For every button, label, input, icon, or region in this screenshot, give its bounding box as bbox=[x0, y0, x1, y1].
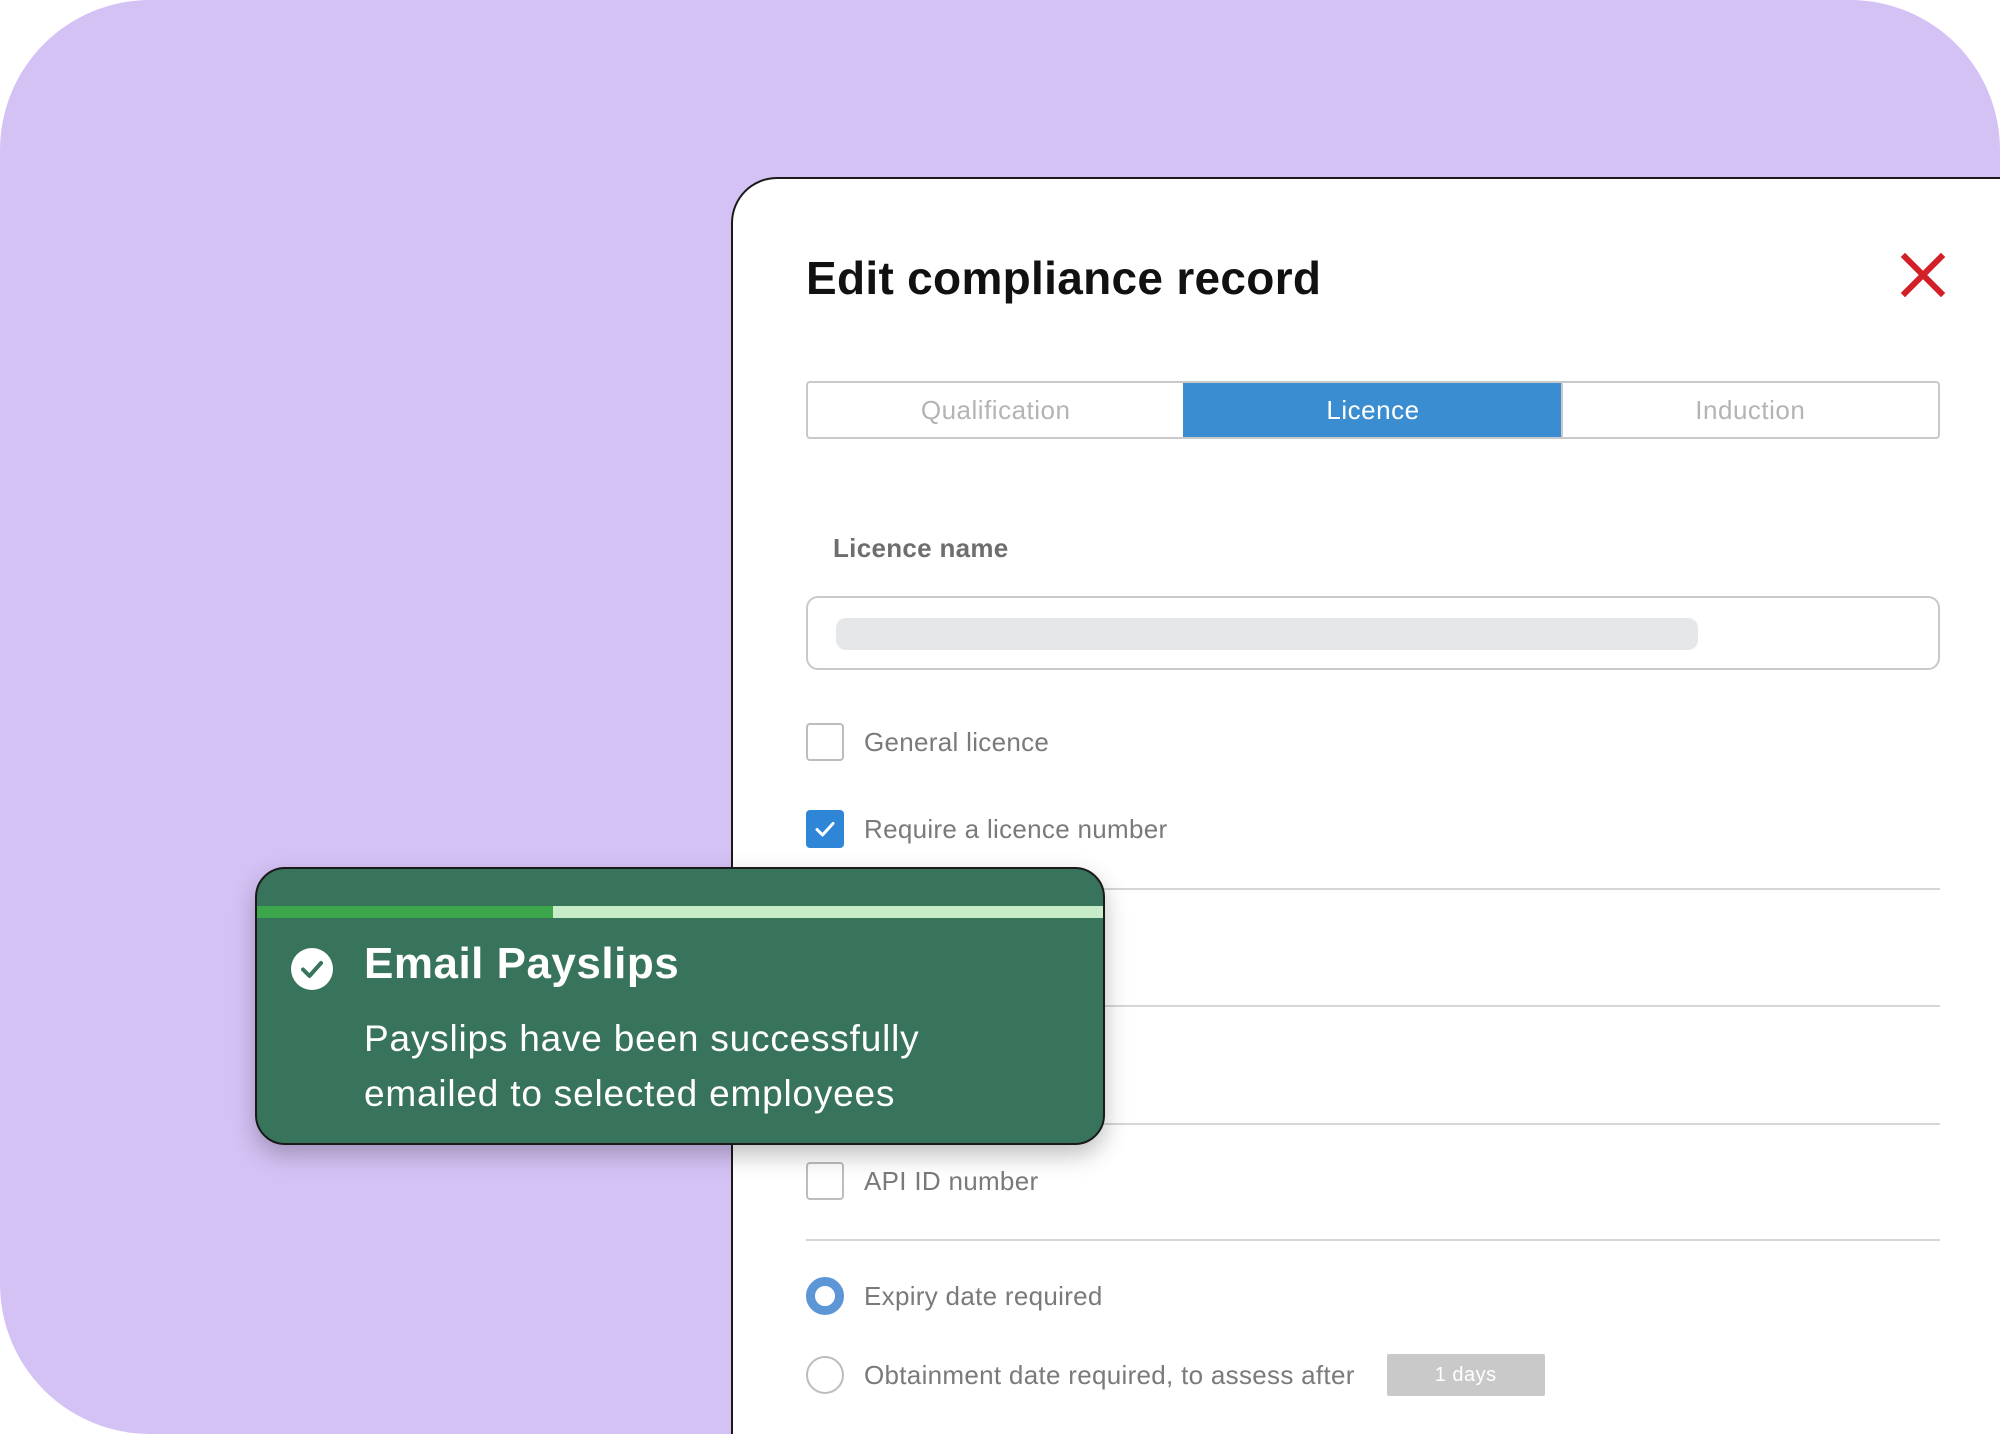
success-toast: Email Payslips Payslips have been succes… bbox=[255, 867, 1105, 1145]
expiry-date-option[interactable]: Expiry date required bbox=[806, 1277, 1103, 1315]
toast-message-line: emailed to selected employees bbox=[364, 1073, 896, 1114]
check-icon bbox=[815, 822, 835, 837]
expiry-date-radio[interactable] bbox=[806, 1277, 844, 1315]
general-licence-option[interactable]: General licence bbox=[806, 723, 1049, 761]
tab-qualification[interactable]: Qualification bbox=[808, 383, 1183, 437]
tab-licence[interactable]: Licence bbox=[1183, 383, 1561, 437]
toast-title: Email Payslips bbox=[364, 939, 680, 988]
toast-message-line: Payslips have been successfully bbox=[364, 1018, 920, 1059]
toast-progress-fill bbox=[257, 906, 554, 918]
api-id-number-checkbox[interactable] bbox=[806, 1162, 844, 1200]
general-licence-checkbox[interactable] bbox=[806, 723, 844, 761]
obtainment-date-label: Obtainment date required, to assess afte… bbox=[864, 1359, 1355, 1390]
record-type-tabs: Qualification Licence Induction bbox=[806, 381, 1940, 439]
obtainment-date-radio[interactable] bbox=[806, 1356, 844, 1394]
close-icon[interactable] bbox=[1897, 249, 1949, 301]
divider bbox=[806, 1239, 1940, 1241]
check-circle-icon bbox=[290, 947, 334, 991]
obtainment-date-option[interactable]: Obtainment date required, to assess afte… bbox=[806, 1354, 1545, 1396]
tab-induction[interactable]: Induction bbox=[1560, 383, 1938, 437]
toast-progress-track bbox=[257, 906, 1103, 918]
licence-name-label: Licence name bbox=[833, 533, 1009, 563]
api-id-number-label: API ID number bbox=[864, 1165, 1039, 1196]
dialog-title: Edit compliance record bbox=[806, 252, 1322, 304]
require-licence-number-label: Require a licence number bbox=[864, 813, 1168, 844]
api-id-number-option[interactable]: API ID number bbox=[806, 1162, 1038, 1200]
toast-message: Payslips have been successfully emailed … bbox=[364, 1011, 1084, 1121]
input-placeholder-bar bbox=[836, 618, 1698, 650]
expiry-date-label: Expiry date required bbox=[864, 1280, 1103, 1311]
licence-name-input[interactable] bbox=[806, 596, 1940, 670]
require-licence-number-checkbox[interactable] bbox=[806, 810, 844, 848]
assess-after-days-input[interactable]: 1 days bbox=[1386, 1354, 1545, 1396]
general-licence-label: General licence bbox=[864, 726, 1050, 757]
require-licence-number-option[interactable]: Require a licence number bbox=[806, 810, 1167, 848]
edit-compliance-dialog: Edit compliance record Qualification Lic… bbox=[731, 177, 2000, 1434]
